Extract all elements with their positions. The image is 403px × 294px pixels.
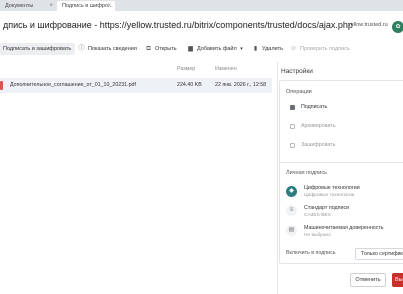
include-label: Включить в подпись	[286, 250, 336, 256]
archive-option-label[interactable]: Архивировать	[301, 123, 335, 129]
column-header-size[interactable]: Размер	[177, 66, 195, 72]
tab-documents[interactable]: Документы ×	[0, 1, 57, 11]
tab-sign-encrypt[interactable]: Подпись и шифро... ×	[57, 1, 115, 11]
cancel-button[interactable]: Отменить	[350, 273, 386, 287]
sign-checkbox[interactable]	[290, 105, 295, 110]
verify-icon: ⊘	[290, 46, 297, 52]
info-icon: ⓘ	[78, 46, 85, 52]
toolbar: Подписать и зашифровать ⓘ Показать сведен…	[0, 40, 403, 58]
operations-card: Операции Подписать Архивировать Зашифров…	[279, 80, 403, 172]
verify-signature-button[interactable]: ⊘ Проверить подпись	[290, 43, 350, 55]
column-header-modified[interactable]: Изменен	[215, 66, 237, 72]
pdf-file-icon	[0, 81, 3, 90]
add-file-label: Добавить файл	[197, 46, 237, 52]
include-select[interactable]: Только сертификат	[355, 248, 403, 260]
encrypt-checkbox[interactable]	[290, 143, 295, 148]
execute-button[interactable]: Выполнить	[392, 273, 403, 287]
certificate-title[interactable]: Цифровые технологии	[304, 185, 360, 191]
settings-heading: Настройки	[281, 68, 313, 75]
app-window: Документы × Подпись и шифро... × дпись и…	[0, 0, 403, 294]
signature-card: Личная подпись ◆ Цифровые технологии Циф…	[279, 162, 403, 264]
tab-label: Подпись и шифро...	[62, 3, 113, 9]
delete-label: Удалить	[262, 46, 283, 52]
trash-icon: ▮	[253, 46, 258, 52]
sign-encrypt-label: Подписать и зашифровать	[3, 46, 72, 52]
tab-label: Документы	[5, 3, 34, 9]
open-icon: ⧉	[146, 46, 151, 52]
standard-title[interactable]: Стандарт подписи	[304, 205, 349, 211]
signature-label: Личная подпись	[286, 170, 327, 176]
sign-encrypt-button[interactable]: Подписать и зашифровать	[0, 43, 76, 55]
open-button[interactable]: ⧉ Открыть	[145, 43, 177, 55]
archive-checkbox[interactable]	[290, 124, 295, 129]
encrypt-option-label[interactable]: Зашифровать	[301, 142, 335, 148]
show-info-label: Показать сведения	[88, 46, 137, 52]
file-name: Дополнительное_соглашение_от_01_10_20231…	[10, 82, 136, 88]
settings-panel: Настройки Операции Подписать Архивироват…	[277, 62, 403, 294]
operations-label: Операции	[286, 89, 312, 95]
leaf-icon[interactable]: ✿	[392, 21, 403, 33]
standard-icon: ≡	[286, 205, 297, 216]
sign-option-label[interactable]: Подписать	[301, 104, 327, 110]
chevron-down-icon: ▾	[240, 46, 243, 52]
close-icon[interactable]: ×	[49, 1, 53, 11]
certificate-subtitle: Цифровые технологии	[304, 193, 355, 198]
open-label: Открыть	[155, 46, 177, 52]
standard-value: CAdES-BES	[304, 213, 331, 218]
title-bar: дпись и шифрование - https://yellow.trus…	[0, 11, 403, 40]
proxy-title[interactable]: Машиночитаемая доверенность	[304, 225, 384, 231]
file-modified: 22 янв. 2026 г., 12:58	[215, 82, 267, 88]
add-file-button[interactable]: ▆ Добавить файл ▾	[187, 43, 243, 55]
certificate-icon: ◆	[286, 186, 297, 197]
tab-strip: Документы × Подпись и шифро... ×	[0, 0, 403, 11]
page-title: дпись и шифрование - https://yellow.trus…	[3, 20, 353, 30]
file-size: 224.40 KB	[177, 82, 202, 88]
close-icon[interactable]: ×	[107, 1, 111, 11]
domain-label: yellow.trusted.ru	[348, 22, 388, 28]
table-row[interactable]: Дополнительное_соглашение_от_01_10_20231…	[0, 78, 272, 93]
proxy-value: Не выбрано	[304, 233, 331, 238]
show-info-button[interactable]: ⓘ Показать сведения	[78, 43, 137, 55]
proxy-icon: ▤	[286, 225, 297, 236]
verify-label: Проверить подпись	[300, 46, 350, 52]
folder-icon: ▆	[188, 46, 193, 52]
delete-button[interactable]: ▮ Удалить	[252, 43, 283, 55]
